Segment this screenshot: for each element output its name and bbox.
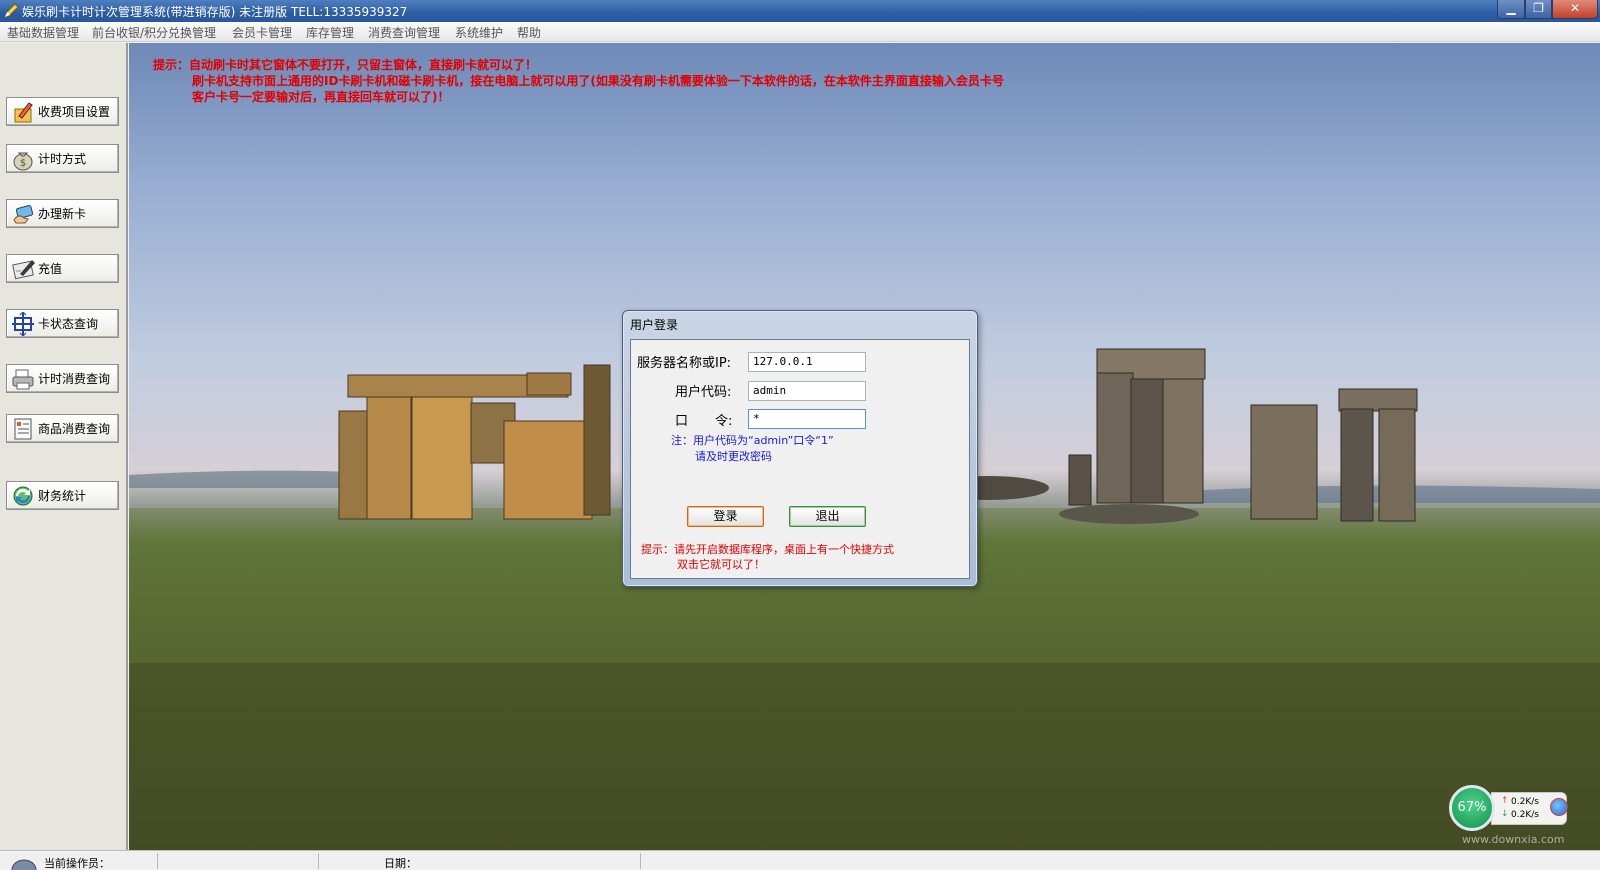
menu-help[interactable]: 帮助	[517, 24, 541, 41]
sidebar-label: 收费项目设置	[38, 105, 111, 119]
recharge-button[interactable]: 充值	[6, 254, 119, 283]
globe-refresh-icon	[13, 486, 33, 505]
hint-line-3: 客户卡号一定要输对后，再直接回车就可以了)！	[192, 90, 450, 104]
financial-statistics-button[interactable]: 财务统计	[6, 481, 119, 510]
upload-arrow-icon: ↑	[1501, 796, 1509, 806]
menu-system-maintenance[interactable]: 系统维护	[455, 24, 503, 41]
issue-new-card-button[interactable]: 办理新卡	[6, 199, 119, 228]
menu-bar: 基础数据管理 前台收银/积分兑换管理 会员卡管理 库存管理 消费查询管理 系统维…	[0, 22, 1600, 42]
fee-item-settings-button[interactable]: 收费项目设置	[6, 97, 119, 126]
menu-inventory[interactable]: 库存管理	[306, 24, 354, 41]
auto-swipe-hint: 提示：自动刷卡时其它窗体不要打开，只留主窗体，直接刷卡就可以了！ 刷卡机支持市面…	[153, 57, 1004, 105]
sidebar-label: 商品消费查询	[38, 422, 111, 436]
user-code-label: 用户代码:	[675, 385, 732, 400]
password-input[interactable]: *	[748, 409, 866, 429]
login-dialog: 用户登录 服务器名称或IP: 127.0.0.1 用户代码: admin 口 令…	[622, 310, 978, 587]
password-label-part2: 令:	[715, 414, 733, 429]
pencil-app-icon	[4, 3, 19, 18]
status-separator	[640, 853, 641, 869]
sidebar-label: 充值	[38, 262, 63, 276]
login-form: 服务器名称或IP: 127.0.0.1 用户代码: admin 口 令: * 注…	[630, 339, 970, 579]
database-warning: 提示：请先开启数据库程序，桌面上有一个快捷方式 双击它就可以了！	[641, 542, 894, 572]
hint-line-1: 提示：自动刷卡时其它窗体不要打开，只留主窗体，直接刷卡就可以了！	[153, 58, 538, 72]
svg-text:$: $	[20, 158, 26, 169]
sidebar-label: 财务统计	[38, 489, 87, 503]
status-bar: 当前操作员： 日期：	[0, 850, 1600, 870]
pen-document-icon	[12, 259, 35, 279]
password-label-part1: 口	[675, 414, 689, 429]
memory-usage-ring: 67%	[1449, 785, 1495, 831]
card-status-icon	[12, 311, 34, 336]
warning-line-2: 双击它就可以了！	[677, 558, 765, 571]
accelerate-ball-icon	[1550, 798, 1568, 816]
close-button[interactable]: ✕	[1552, 0, 1598, 19]
dialog-title: 用户登录	[630, 318, 679, 332]
server-label: 服务器名称或IP:	[637, 356, 732, 371]
default-credentials-note: 注：用户代码为“admin”口令“1”	[671, 434, 834, 447]
current-operator-label: 当前操作员：	[44, 857, 110, 870]
timing-consumption-query-button[interactable]: 计时消费查询	[6, 364, 119, 393]
goods-consumption-query-button[interactable]: 商品消费查询	[6, 414, 119, 443]
network-speed-widget[interactable]: ↑ 0.2K/s ↓ 0.2K/s 67%	[1449, 785, 1573, 831]
card-status-query-button[interactable]: 卡状态查询	[6, 309, 119, 338]
sidebar-label: 办理新卡	[38, 207, 87, 221]
date-label: 日期：	[384, 857, 417, 870]
pencil-folder-icon	[14, 101, 33, 122]
server-input[interactable]: 127.0.0.1	[748, 352, 866, 372]
exit-button[interactable]: 退出	[789, 506, 866, 527]
menu-cashier-points[interactable]: 前台收银/积分兑换管理	[92, 24, 216, 41]
warning-line-1: 提示：请先开启数据库程序，桌面上有一个快捷方式	[641, 543, 894, 556]
status-separator	[157, 853, 158, 869]
document-list-icon	[14, 418, 32, 439]
card-hand-icon	[13, 204, 34, 223]
operator-icon	[11, 859, 37, 870]
site-watermark: www.downxia.com	[1462, 833, 1565, 846]
window-title: 娱乐刷卡计时计次管理系统(带进销存版) 未注册版 TELL:1333593932…	[22, 5, 408, 19]
change-password-note: 请及时更改密码	[695, 450, 772, 463]
download-speed: 0.2K/s	[1511, 810, 1539, 820]
money-bag-icon: $	[13, 152, 33, 170]
menu-consumption-query[interactable]: 消费查询管理	[368, 24, 440, 41]
menu-basic-data[interactable]: 基础数据管理	[7, 24, 79, 41]
sidebar-label: 计时方式	[38, 152, 87, 166]
title-bar[interactable]: 娱乐刷卡计时计次管理系统(带进销存版) 未注册版 TELL:1333593932…	[0, 0, 1600, 22]
sidebar-label: 卡状态查询	[38, 317, 99, 331]
timing-method-button[interactable]: $ 计时方式	[6, 144, 119, 173]
minimize-button[interactable]: ▁	[1497, 0, 1525, 19]
user-code-input[interactable]: admin	[748, 381, 866, 401]
sidebar-label: 计时消费查询	[38, 372, 111, 386]
hint-line-2: 刷卡机支持市面上通用的ID卡刷卡机和磁卡刷卡机，接在电脑上就可以用了(如果没有刷…	[192, 74, 1004, 88]
printer-icon	[12, 369, 34, 389]
login-button[interactable]: 登录	[687, 506, 764, 527]
download-arrow-icon: ↓	[1501, 809, 1509, 819]
menu-member-card[interactable]: 会员卡管理	[232, 24, 292, 41]
status-separator	[318, 853, 319, 869]
left-toolbar: 收费项目设置 $ 计时方式 办理新卡 充值 卡状态查询 计时消费查询 商品消费查…	[0, 43, 128, 850]
upload-speed: 0.2K/s	[1511, 797, 1539, 807]
maximize-button[interactable]: ❐	[1525, 0, 1552, 19]
